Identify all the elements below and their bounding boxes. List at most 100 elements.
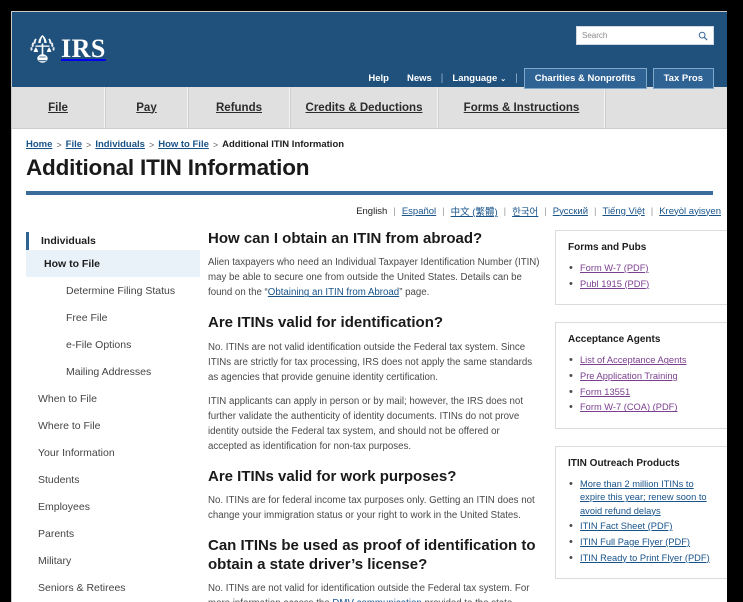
mainnav-item-credits-deductions[interactable]: Credits & Deductions <box>290 87 438 128</box>
right-box-acceptance-agents: Acceptance Agents List of Acceptance Age… <box>555 322 727 430</box>
page-title: Additional ITIN Information <box>26 155 310 180</box>
list-item: Pre Application Training <box>568 369 716 385</box>
link-pre-application-training[interactable]: Pre Application Training <box>580 371 678 381</box>
search-box[interactable] <box>576 26 714 45</box>
list-item: List of Acceptance Agents <box>568 353 716 369</box>
chevron-down-icon: ⌄ <box>500 76 507 83</box>
section-heading-obtain-itin-abroad: How can I obtain an ITIN from abroad? <box>208 230 483 247</box>
mainnav-filler <box>605 87 727 128</box>
language-current-english: English <box>356 205 388 217</box>
breadcrumb: Home > File > Individuals > How to File … <box>12 129 727 150</box>
paragraph-text-after: ” page. <box>399 287 430 299</box>
list-item: ITIN Full Page Flyer (PDF) <box>568 535 716 551</box>
language-selector: English | Español | 中文 (繁體) | 한국어 | Русс… <box>12 195 727 219</box>
link-itin-fact-sheet-pdf[interactable]: ITIN Fact Sheet (PDF) <box>580 521 672 531</box>
breadcrumb-individuals[interactable]: Individuals <box>95 139 145 150</box>
irs-eagle-scales-emblem <box>30 35 55 63</box>
sidebar-item-where-to-file[interactable]: Where to File <box>26 412 200 439</box>
nav-help[interactable]: Help <box>359 73 398 84</box>
sidebar-item-determine-filing-status[interactable]: Determine Filing Status <box>26 277 200 304</box>
link-list-of-acceptance-agents[interactable]: List of Acceptance Agents <box>580 355 686 365</box>
nav-divider-2: | <box>515 73 518 84</box>
mainnav-item-forms-instructions[interactable]: Forms & Instructions <box>438 87 605 128</box>
nav-news[interactable]: News <box>398 73 441 84</box>
list-item: ITIN Ready to Print Flyer (PDF) <box>568 551 716 567</box>
main-content: How can I obtain an ITIN from abroad? Al… <box>200 230 555 602</box>
browser-viewport: IRS Help News | Language⌄ | Charities & … <box>11 11 727 602</box>
right-box-title: Forms and Pubs <box>568 242 647 253</box>
mainnav-item-pay[interactable]: Pay <box>105 87 188 128</box>
right-box-link-list: Form W-7 (PDF) Publ 1915 (PDF) <box>568 261 716 293</box>
link-more-than-2-million-itins-expire[interactable]: More than 2 million ITINs to expire this… <box>580 479 707 515</box>
section-heading-work-purposes: Are ITINs valid for work purposes? <box>208 467 457 485</box>
breadcrumb-arrow: > <box>148 139 155 150</box>
list-item: ITIN Fact Sheet (PDF) <box>568 519 716 535</box>
search-input[interactable] <box>582 31 698 40</box>
right-box-forms-and-pubs: Forms and Pubs Form W-7 (PDF) Publ 1915 … <box>555 230 727 306</box>
mainnav-item-file[interactable]: File <box>12 87 105 128</box>
link-dmv-communication[interactable]: DMV communication <box>332 598 421 602</box>
sidebar-item-your-information[interactable]: Your Information <box>26 439 200 466</box>
sidebar-heading-individuals: Individuals <box>26 232 200 250</box>
list-item: More than 2 million ITINs to expire this… <box>568 477 716 518</box>
right-box-title: Acceptance Agents <box>568 334 661 346</box>
language-espanol[interactable]: Español <box>396 206 442 217</box>
main-navigation: File Pay Refunds Credits & Deductions Fo… <box>12 87 727 129</box>
list-item: Publ 1915 (PDF) <box>568 277 716 293</box>
breadcrumb-file[interactable]: File <box>66 139 82 150</box>
link-form-w7-coa-pdf[interactable]: Form W-7 (COA) (PDF) <box>580 402 677 412</box>
language-chinese[interactable]: 中文 (繁體) <box>445 204 504 218</box>
link-itin-ready-to-print-flyer-pdf[interactable]: ITIN Ready to Print Flyer (PDF) <box>580 553 710 563</box>
utility-nav: Help News | Language ⌄ | Charities & Nonp… <box>359 68 714 89</box>
sidebar-item-e-file-options[interactable]: e-File Options <box>26 331 200 358</box>
link-form-w7-pdf[interactable]: Form W-7 (PDF) <box>580 263 649 273</box>
irs-logo[interactable]: IRS <box>29 33 106 64</box>
site-header: IRS Help News | Language⌄ | Charities & … <box>12 12 727 89</box>
section-paragraph-work-purposes: No. ITINs are for federal income tax pur… <box>208 495 535 522</box>
language-haitian-creole[interactable]: Kreyòl ayisyen <box>653 206 727 217</box>
section-heading-valid-identification: Are ITINs valid for identification? <box>208 314 444 332</box>
breadcrumb-arrow: > <box>212 139 219 150</box>
breadcrumb-home[interactable]: Home <box>26 139 52 150</box>
section-paragraph-identification-1: No. ITINs are not valid identification o… <box>208 341 533 383</box>
right-box-link-list: More than 2 million ITINs to expire this… <box>568 477 716 567</box>
breadcrumb-how-to-file[interactable]: How to File <box>158 139 209 150</box>
sidebar-item-free-file[interactable]: Free File <box>26 304 200 331</box>
section-paragraph-identification-2: ITIN applicants can apply in person or b… <box>208 395 524 452</box>
content-area: Individuals How to File Determine Filing… <box>12 218 727 602</box>
sidebar-item-parents[interactable]: Parents <box>26 520 200 547</box>
sidebar: Individuals How to File Determine Filing… <box>26 230 200 602</box>
language-korean[interactable]: 한국어 <box>506 204 544 218</box>
link-itin-full-page-flyer-pdf[interactable]: ITIN Full Page Flyer (PDF) <box>580 537 690 547</box>
sidebar-item-military[interactable]: Military <box>26 547 200 574</box>
sidebar-item-when-to-file[interactable]: When to File <box>26 385 200 412</box>
right-box-itin-outreach-products: ITIN Outreach Products More than 2 milli… <box>555 446 727 580</box>
list-item: Form 13551 <box>568 385 716 401</box>
breadcrumb-arrow: > <box>56 139 62 150</box>
nav-language[interactable]: Language ⌄ <box>443 73 515 84</box>
section-paragraph-obtain-itin-abroad: Alien taxpayers who need an Individual T… <box>208 255 541 300</box>
sidebar-item-mailing-addresses[interactable]: Mailing Addresses <box>26 358 200 385</box>
irs-logo-text: IRS <box>61 33 106 63</box>
sidebar-item-students[interactable]: Students <box>26 466 200 493</box>
right-box-title: ITIN Outreach Products <box>568 458 680 470</box>
link-form-13551[interactable]: Form 13551 <box>580 387 630 397</box>
right-rail: Forms and Pubs Form W-7 (PDF) Publ 1915 … <box>555 230 727 602</box>
nav-tax-pros[interactable]: Tax Pros <box>652 68 714 89</box>
list-item: Form W-7 (PDF) <box>568 261 716 277</box>
mainnav-item-refunds[interactable]: Refunds <box>188 87 290 128</box>
sidebar-item-how-to-file[interactable]: How to File <box>26 250 200 277</box>
sidebar-item-employees[interactable]: Employees <box>26 493 200 520</box>
sidebar-item-seniors-retirees[interactable]: Seniors & Retirees <box>26 574 200 601</box>
breadcrumb-arrow: > <box>86 139 92 150</box>
language-russian[interactable]: Русский <box>547 206 594 217</box>
list-item: Form W-7 (COA) (PDF) <box>568 400 716 416</box>
nav-charities-nonprofits[interactable]: Charities & Nonprofits <box>523 68 647 89</box>
search-icon[interactable] <box>698 31 708 41</box>
section-heading-drivers-license: Can ITINs be used as proof of identifica… <box>208 537 536 573</box>
breadcrumb-current: Additional ITIN Information <box>222 139 345 150</box>
right-box-link-list: List of Acceptance Agents Pre Applicatio… <box>568 353 716 416</box>
link-obtaining-itin-from-abroad[interactable]: Obtaining an ITIN from Abroad <box>268 287 399 298</box>
link-publ-1915-pdf[interactable]: Publ 1915 (PDF) <box>580 279 649 289</box>
language-vietnamese[interactable]: Tiếng Việt <box>597 206 651 217</box>
